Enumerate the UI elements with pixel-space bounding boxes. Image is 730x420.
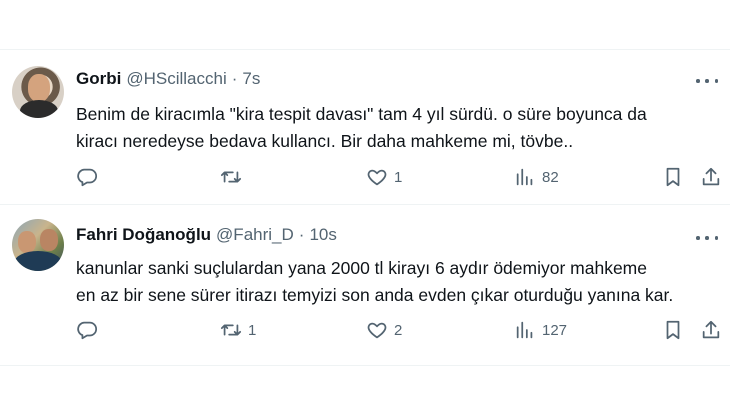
views-count: 82: [542, 168, 559, 186]
bookmark-icon: [666, 167, 680, 187]
tweet-text-line: kiracı neredeyse bedava kullancı. Bir da…: [76, 131, 574, 151]
views-count: 127: [542, 321, 568, 339]
avatar[interactable]: [12, 219, 64, 271]
heart-icon: [367, 322, 387, 339]
bottom-divider: [0, 365, 730, 366]
retweet-button[interactable]: [220, 165, 248, 189]
bookmark-icon: [666, 320, 680, 340]
separator: ·: [231, 69, 238, 88]
tweet[interactable]: Gorbi @HScillacchi · 7s Benim de kiracım…: [0, 50, 730, 204]
tweet-actions: 1 2 127: [76, 318, 726, 342]
separator: ·: [298, 225, 305, 244]
retweet-icon: [220, 324, 242, 336]
share-button[interactable]: [700, 318, 722, 342]
tweet-text-line: Benim de kiracımla "kira tespit davası" …: [76, 104, 647, 124]
avatar-body: [14, 251, 62, 271]
bookmark-button[interactable]: [662, 165, 684, 189]
tweet-header: Gorbi @HScillacchi · 7s: [76, 69, 260, 89]
like-button[interactable]: 2: [366, 318, 402, 342]
timestamp[interactable]: 7s: [242, 69, 260, 89]
tweet-actions: 1 82: [76, 165, 726, 189]
retweet-icon: [220, 171, 242, 183]
tweet-text: Benim de kiracımla "kira tespit davası" …: [76, 101, 716, 155]
like-count: 1: [394, 168, 403, 186]
views-icon: [516, 321, 533, 339]
author-handle[interactable]: @Fahri_D: [216, 225, 294, 245]
reply-icon: [77, 321, 98, 340]
author-name[interactable]: Fahri Doğanoğlu: [76, 225, 211, 245]
retweet-count: 1: [248, 321, 257, 339]
tweet[interactable]: Fahri Doğanoğlu @Fahri_D · 10s kanunlar …: [0, 205, 730, 365]
share-icon: [702, 167, 720, 186]
timestamp[interactable]: 10s: [309, 225, 336, 245]
author-handle[interactable]: @HScillacchi: [126, 69, 226, 89]
retweet-button[interactable]: 1: [220, 318, 256, 342]
reply-button[interactable]: [76, 318, 104, 342]
like-count: 2: [394, 321, 403, 339]
bookmark-button[interactable]: [662, 318, 684, 342]
tweet-text-line: kanunlar sanki suçlulardan yana 2000 tl …: [76, 258, 647, 278]
reply-icon: [77, 168, 98, 187]
author-name[interactable]: Gorbi: [76, 69, 121, 89]
share-button[interactable]: [700, 165, 722, 189]
tweet-text-line: en az bir sene sürer itirazı temyizi son…: [76, 285, 674, 305]
tweet-header: Fahri Doğanoğlu @Fahri_D · 10s: [76, 225, 337, 245]
share-icon: [702, 320, 720, 339]
views-button[interactable]: 127: [514, 318, 567, 342]
views-icon: [516, 168, 533, 186]
reply-button[interactable]: [76, 165, 104, 189]
more-icon[interactable]: [696, 74, 718, 88]
heart-icon: [367, 169, 387, 186]
avatar-face: [18, 231, 36, 253]
avatar-face: [28, 74, 50, 102]
like-button[interactable]: 1: [366, 165, 402, 189]
views-button[interactable]: 82: [514, 165, 559, 189]
avatar-body: [20, 100, 58, 118]
avatar[interactable]: [12, 66, 64, 118]
avatar-face: [40, 229, 58, 251]
more-icon[interactable]: [696, 231, 718, 245]
tweet-text: kanunlar sanki suçlulardan yana 2000 tl …: [76, 255, 716, 309]
